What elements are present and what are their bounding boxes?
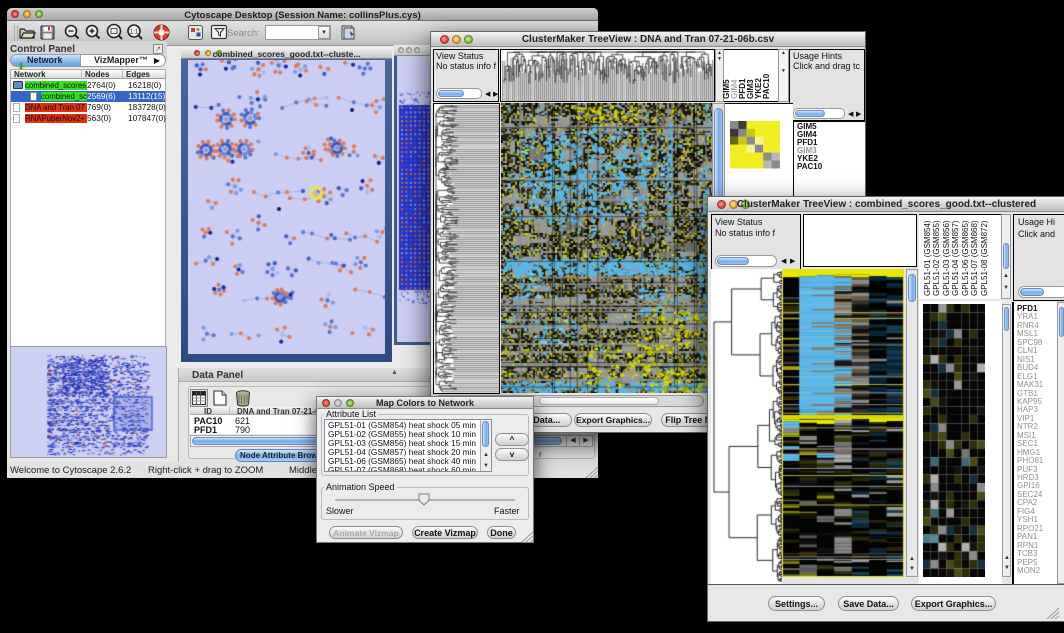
svg-text:1:1: 1:1 (130, 30, 139, 36)
